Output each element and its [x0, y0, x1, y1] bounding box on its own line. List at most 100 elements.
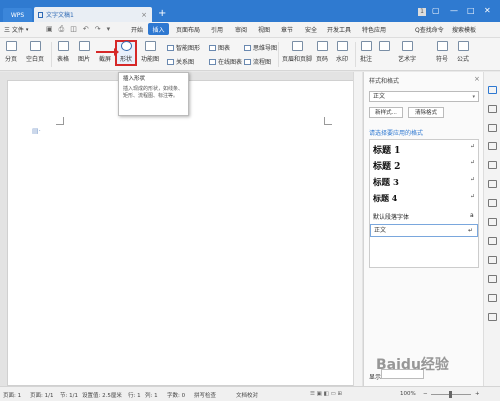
formula-button[interactable]: 公式 [457, 41, 469, 63]
online-chart-icon [209, 58, 216, 65]
formula-icon [457, 41, 469, 51]
chart-button[interactable]: 图表 [209, 43, 230, 52]
art-text-button[interactable]: 艺术字 [398, 41, 416, 63]
clear-format-button[interactable]: 清除格式 [408, 107, 444, 118]
smart-graphic-button[interactable]: 智能图形 [167, 43, 200, 52]
translate-icon[interactable] [488, 218, 497, 226]
menu-page-layout[interactable]: 页面布局 [176, 25, 200, 34]
backup-icon[interactable] [488, 199, 497, 207]
zoom-out-button[interactable]: − [423, 391, 428, 397]
minimize-icon[interactable]: — [450, 6, 458, 15]
shape-fill-icon[interactable] [488, 124, 497, 132]
status-word-count[interactable]: 字数: 0 [167, 391, 185, 399]
style-heading-4[interactable]: 标题 4 ↵ [373, 193, 475, 204]
watermark-icon [336, 41, 348, 51]
location-icon[interactable] [488, 275, 497, 283]
menu-view[interactable]: 视图 [258, 25, 270, 34]
tab-wps[interactable]: WPS [3, 8, 32, 22]
status-column: 列: 1 [145, 393, 158, 399]
style-heading-2[interactable]: 标题 2 ↵ [373, 159, 475, 172]
image-icon[interactable] [488, 256, 497, 264]
zoom-in-button[interactable]: + [475, 391, 480, 397]
text-box-button[interactable] [379, 41, 390, 54]
watermark-button[interactable]: 水印 [336, 41, 348, 63]
search-template[interactable]: 搜索模板 [452, 25, 476, 34]
document-area: ▤· [0, 72, 363, 386]
style-pen-icon[interactable] [488, 86, 497, 94]
paragraph-mark-icon: ↵ [468, 227, 474, 234]
page-count-badge: 1 [418, 8, 426, 16]
table-button[interactable]: 表格 [57, 41, 69, 63]
zoom-level[interactable]: 100% [400, 391, 416, 397]
adjust-icon[interactable] [488, 161, 497, 169]
toolbar-divider [355, 42, 356, 67]
mindmap-button[interactable]: 思维导图 [244, 43, 277, 52]
customize-icon[interactable]: ▾ [107, 25, 111, 34]
close-tab-icon[interactable]: × [141, 11, 147, 19]
toolbar-divider [51, 42, 52, 67]
pagination-button[interactable]: 分页 [5, 41, 17, 63]
doc-check-button[interactable]: 文档校对 [236, 391, 258, 399]
panel-title: 样式和格式 [369, 78, 400, 85]
header-footer-label: 页眉和页脚 [282, 56, 313, 63]
current-style-value: 正文 [373, 93, 386, 100]
add-tab-button[interactable]: + [158, 9, 166, 19]
pages-icon[interactable] [488, 237, 497, 245]
style-default-font[interactable]: 默认段落字体 a [373, 212, 479, 221]
redo-icon[interactable]: ↷ [95, 25, 101, 34]
history-icon[interactable] [488, 294, 497, 302]
shape-button[interactable]: 形状 [120, 41, 132, 63]
menu-home[interactable]: 开始 [131, 25, 143, 34]
baidu-watermark: Baidu经验 [376, 357, 449, 373]
menu-review[interactable]: 审阅 [235, 25, 247, 34]
new-style-button[interactable]: 新样式... [369, 107, 403, 118]
current-style-select[interactable]: 正文 ▾ [369, 91, 479, 102]
menu-bar: 三 文件 ▾ ▣ ⎙ ◫ ↶ ↷ ▾ 开始 插入 页面布局 引用 审阅 视图 章节… [0, 22, 500, 38]
page-number-button[interactable]: 页码 [316, 41, 328, 63]
right-sidebar [483, 72, 500, 386]
share-icon[interactable] [488, 180, 497, 188]
blank-page-button[interactable]: 空白页 [26, 41, 44, 63]
zoom-slider-handle[interactable] [449, 391, 452, 398]
print-icon[interactable]: ⎙ [59, 25, 65, 34]
save-icon[interactable]: ▣ [46, 25, 53, 34]
panel-close-icon[interactable]: × [474, 75, 480, 83]
spell-check-button[interactable]: 拼写检查 [194, 391, 216, 399]
menu-security[interactable]: 安全 [305, 25, 317, 34]
tab-wps-label: WPS [10, 11, 25, 19]
menu-insert[interactable]: 插入 [148, 23, 169, 35]
online-chart-button[interactable]: 在线图表 [209, 57, 242, 66]
style-heading-1[interactable]: 标题 1 ↵ [373, 143, 475, 156]
screenshot-label: 截屏 [99, 56, 112, 63]
skin-icon[interactable]: ▢ [432, 6, 440, 15]
picture-button[interactable]: 图片 [78, 41, 90, 63]
menu-section[interactable]: 章节 [281, 25, 293, 34]
tab-document[interactable]: 文字文稿1 × [34, 7, 152, 22]
function-chart-button[interactable]: 功能图 [141, 41, 159, 63]
menu-features[interactable]: 特色应用 [362, 25, 386, 34]
relation-chart-button[interactable]: 关系图 [167, 57, 194, 66]
document-page[interactable]: ▤· [7, 80, 357, 386]
flowchart-button[interactable]: 流程图 [244, 57, 271, 66]
file-menu[interactable]: 三 文件 ▾ [4, 25, 28, 35]
menu-developer[interactable]: 开发工具 [327, 25, 351, 34]
help-icon[interactable] [488, 313, 497, 321]
select-icon[interactable] [488, 105, 497, 113]
close-window-icon[interactable]: ✕ [484, 6, 491, 15]
attributes-icon[interactable] [488, 142, 497, 150]
style-heading-3[interactable]: 标题 3 ↵ [373, 176, 475, 188]
vertical-scrollbar[interactable] [353, 72, 362, 386]
view-mode-icons[interactable]: ☰ ▣ ◧ ▭ ⊞ [310, 391, 342, 397]
undo-icon[interactable]: ↶ [83, 25, 89, 34]
preview-icon[interactable]: ◫ [70, 25, 77, 34]
symbol-button[interactable]: 符号 [436, 41, 448, 63]
style-body[interactable]: 正文 ↵ [370, 224, 478, 237]
paragraph-mark-icon: ↵ [470, 193, 476, 200]
chart-label: 图表 [218, 45, 231, 52]
page-number-icon [316, 41, 328, 51]
menu-references[interactable]: 引用 [211, 25, 223, 34]
search-command[interactable]: Q查找命令 [415, 25, 444, 34]
maximize-icon[interactable]: □ [467, 6, 475, 15]
comment-button[interactable]: 批注 [360, 41, 372, 63]
header-footer-button[interactable]: 页眉和页脚 [282, 41, 312, 63]
